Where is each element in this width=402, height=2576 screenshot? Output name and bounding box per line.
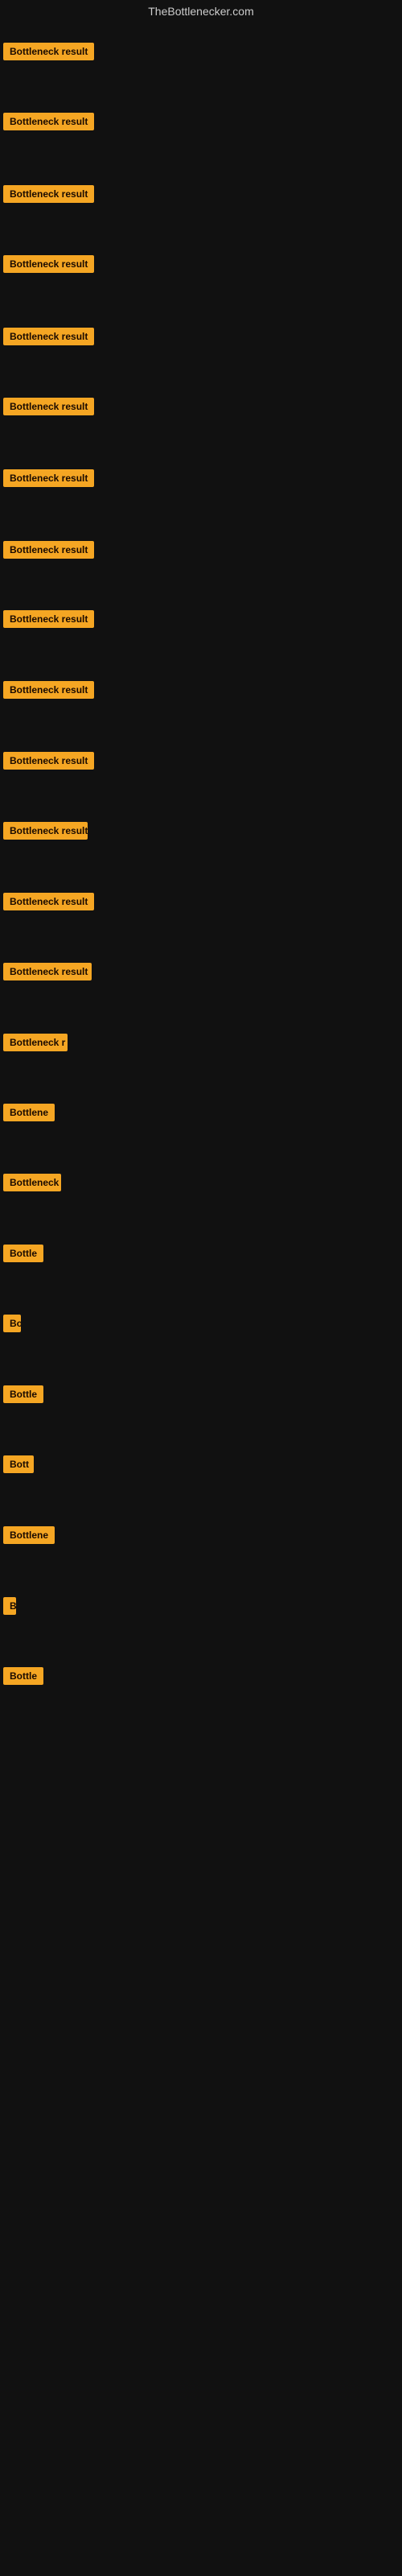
bottleneck-badge-12[interactable]: Bottleneck result (3, 822, 88, 840)
bottleneck-item-2[interactable]: Bottleneck result (3, 113, 94, 134)
bottleneck-item-8[interactable]: Bottleneck result (3, 541, 94, 563)
bottleneck-badge-19[interactable]: Bo (3, 1315, 21, 1332)
bottleneck-badge-16[interactable]: Bottlene (3, 1104, 55, 1121)
bottleneck-item-4[interactable]: Bottleneck result (3, 255, 94, 277)
bottleneck-item-12[interactable]: Bottleneck result (3, 822, 88, 844)
bottleneck-item-16[interactable]: Bottlene (3, 1104, 55, 1125)
bottleneck-item-17[interactable]: Bottleneck (3, 1174, 61, 1195)
bottleneck-badge-4[interactable]: Bottleneck result (3, 255, 94, 273)
bottleneck-item-7[interactable]: Bottleneck result (3, 469, 94, 491)
bottleneck-badge-18[interactable]: Bottle (3, 1245, 43, 1262)
bottleneck-item-22[interactable]: Bottlene (3, 1526, 55, 1548)
bottleneck-badge-13[interactable]: Bottleneck result (3, 893, 94, 910)
bottleneck-badge-3[interactable]: Bottleneck result (3, 185, 94, 203)
bottleneck-badge-1[interactable]: Bottleneck result (3, 43, 94, 60)
bottleneck-badge-24[interactable]: Bottle (3, 1667, 43, 1685)
bottleneck-item-13[interactable]: Bottleneck result (3, 893, 94, 914)
bottleneck-item-19[interactable]: Bo (3, 1315, 21, 1336)
bottleneck-item-10[interactable]: Bottleneck result (3, 681, 94, 703)
bottleneck-item-6[interactable]: Bottleneck result (3, 398, 94, 419)
bottleneck-item-1[interactable]: Bottleneck result (3, 43, 94, 64)
bottleneck-badge-7[interactable]: Bottleneck result (3, 469, 94, 487)
bottleneck-item-20[interactable]: Bottle (3, 1385, 43, 1407)
bottleneck-badge-2[interactable]: Bottleneck result (3, 113, 94, 130)
bottleneck-badge-15[interactable]: Bottleneck r (3, 1034, 68, 1051)
bottleneck-badge-21[interactable]: Bott (3, 1455, 34, 1473)
site-title: TheBottlenecker.com (0, 0, 402, 21)
bottleneck-item-18[interactable]: Bottle (3, 1245, 43, 1266)
bottleneck-badge-11[interactable]: Bottleneck result (3, 752, 94, 770)
bottleneck-item-9[interactable]: Bottleneck result (3, 610, 94, 632)
bottleneck-item-23[interactable]: B (3, 1597, 16, 1619)
bottleneck-badge-20[interactable]: Bottle (3, 1385, 43, 1403)
items-container: Bottleneck result Bottleneck result Bottle… (0, 21, 402, 2549)
bottleneck-badge-23[interactable]: B (3, 1597, 16, 1615)
site-title-container: TheBottlenecker.com (0, 0, 402, 21)
bottleneck-badge-22[interactable]: Bottlene (3, 1526, 55, 1544)
bottleneck-item-11[interactable]: Bottleneck result (3, 752, 94, 774)
bottleneck-item-14[interactable]: Bottleneck result (3, 963, 92, 985)
bottleneck-badge-17[interactable]: Bottleneck (3, 1174, 61, 1191)
bottleneck-item-24[interactable]: Bottle (3, 1667, 43, 1689)
bottleneck-badge-14[interactable]: Bottleneck result (3, 963, 92, 980)
bottleneck-item-3[interactable]: Bottleneck result (3, 185, 94, 207)
bottleneck-badge-5[interactable]: Bottleneck result (3, 328, 94, 345)
bottleneck-badge-9[interactable]: Bottleneck result (3, 610, 94, 628)
bottleneck-badge-8[interactable]: Bottleneck result (3, 541, 94, 559)
bottleneck-badge-10[interactable]: Bottleneck result (3, 681, 94, 699)
bottleneck-item-5[interactable]: Bottleneck result (3, 328, 94, 349)
bottleneck-badge-6[interactable]: Bottleneck result (3, 398, 94, 415)
bottleneck-item-15[interactable]: Bottleneck r (3, 1034, 68, 1055)
bottleneck-item-21[interactable]: Bott (3, 1455, 34, 1477)
